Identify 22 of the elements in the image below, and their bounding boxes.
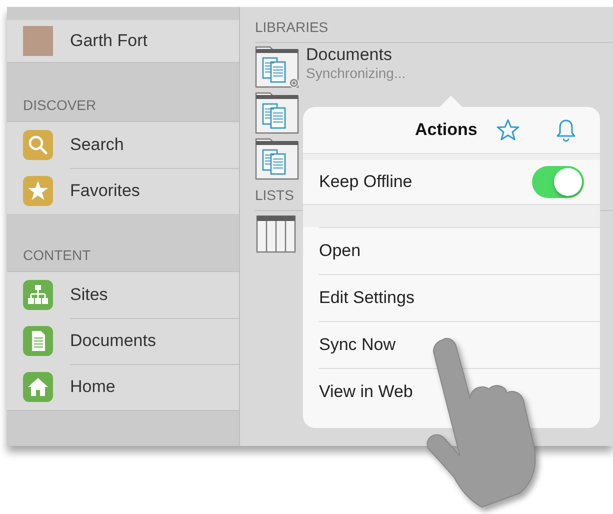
sidebar-item[interactable]: Favorites bbox=[7, 168, 239, 214]
search-icon bbox=[23, 130, 53, 160]
document-icon bbox=[23, 326, 53, 356]
menu-item[interactable]: Open bbox=[319, 227, 600, 274]
toggle-switch[interactable] bbox=[532, 166, 584, 198]
menu-item[interactable]: Edit Settings bbox=[319, 274, 600, 321]
sitemap-icon bbox=[23, 280, 53, 310]
sidebar-item[interactable]: Sites bbox=[7, 272, 239, 318]
sync-status: Synchronizing... bbox=[306, 65, 406, 81]
profile-row[interactable]: Garth Fort bbox=[7, 20, 239, 63]
popover-title: Actions bbox=[415, 120, 478, 140]
sidebar-item[interactable]: Search bbox=[7, 122, 239, 168]
section-title: CONTENT bbox=[23, 247, 91, 263]
section-title: LIBRARIES bbox=[255, 7, 613, 43]
section-title: DISCOVER bbox=[23, 97, 96, 113]
home-icon bbox=[23, 372, 53, 402]
sidebar-item[interactable]: Documents bbox=[7, 318, 239, 364]
library-name[interactable]: Documents bbox=[306, 45, 406, 65]
photo-placeholder bbox=[23, 26, 53, 56]
star-icon[interactable] bbox=[496, 118, 520, 142]
sidebar-item[interactable]: Home bbox=[7, 364, 239, 410]
user-name: Garth Fort bbox=[70, 31, 148, 51]
